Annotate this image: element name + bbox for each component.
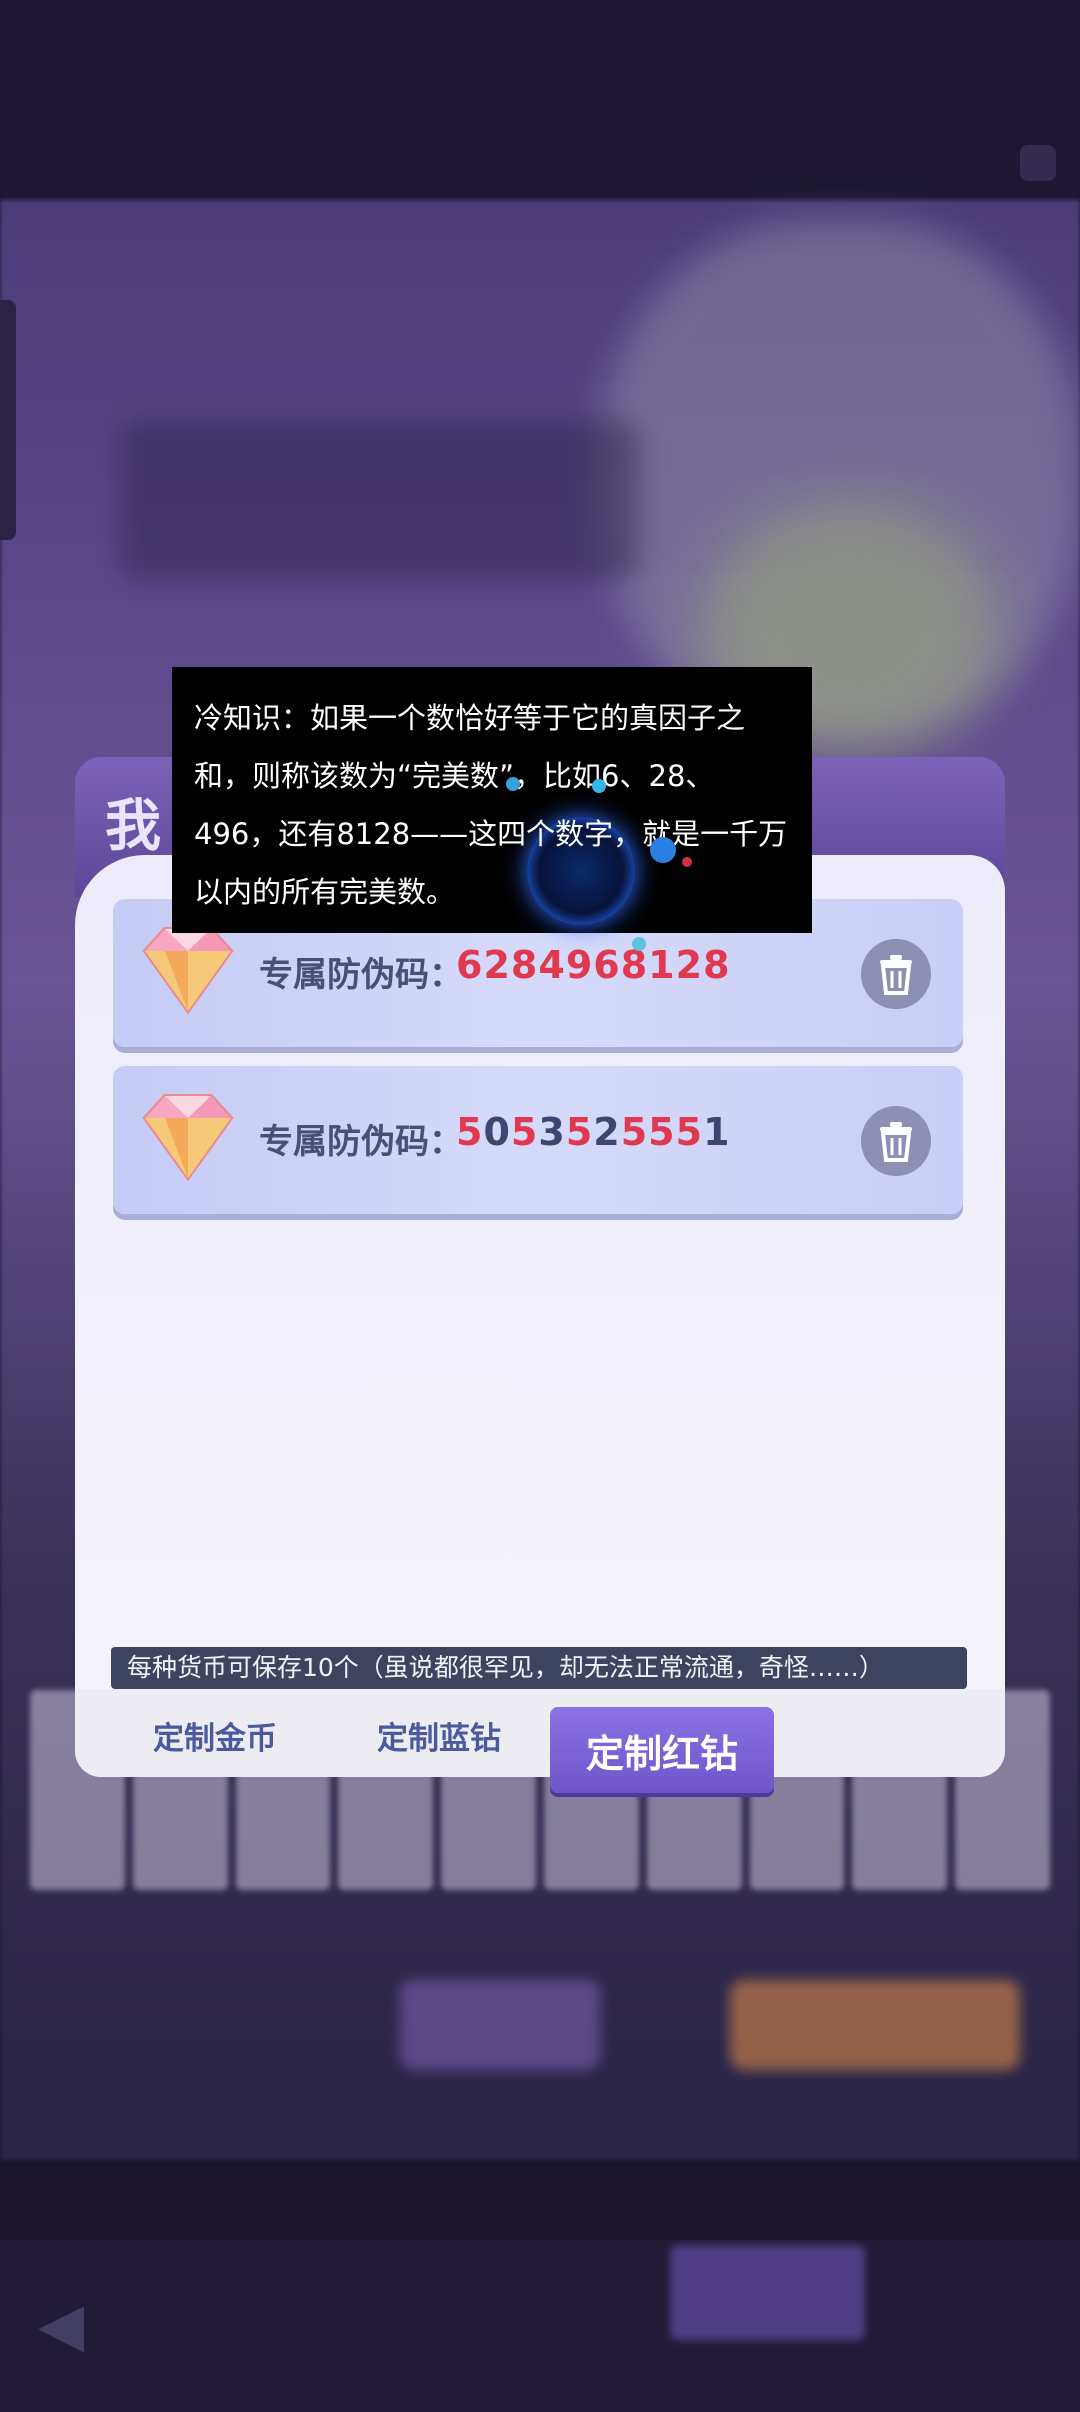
- trash-icon: [880, 1122, 912, 1162]
- bottom-nav-area: [0, 2240, 1080, 2412]
- delete-button[interactable]: [861, 939, 931, 1009]
- delete-button[interactable]: [861, 1106, 931, 1176]
- code-digit: 5: [675, 1110, 704, 1154]
- code-value: 5053525551: [456, 1110, 731, 1154]
- loading-particle: [632, 937, 646, 951]
- code-card: 专属防伪码： 5053525551: [113, 1066, 963, 1214]
- code-digit: 2: [593, 1110, 621, 1154]
- code-digit: 5: [648, 1110, 676, 1154]
- corner-icon: [1020, 145, 1056, 181]
- code-digit: 6: [456, 943, 484, 987]
- storage-notice: 每种货币可保存10个（虽说都很罕见，却无法正常流通，奇怪……）: [111, 1647, 967, 1689]
- tip-text: 冷知识：如果一个数恰好等于它的真因子之和，则称该数为“完美数”，比如6、28、4…: [194, 701, 788, 909]
- code-digit: 3: [538, 1110, 566, 1154]
- code-digit: 5: [456, 1110, 484, 1154]
- code-label: 专属防伪码：: [259, 1122, 463, 1162]
- back-arrow-icon: ◀: [38, 2290, 85, 2360]
- currency-tabbar: 定制金币 定制蓝钻: [75, 1689, 1005, 1777]
- code-digit: 2: [483, 943, 511, 987]
- loading-particle: [506, 777, 520, 791]
- trash-icon: [880, 955, 912, 995]
- code-digit: 6: [593, 943, 621, 987]
- gem-icon: [142, 927, 234, 1015]
- loading-tip: 冷知识：如果一个数恰好等于它的真因子之和，则称该数为“完美数”，比如6、28、4…: [172, 667, 812, 951]
- code-digit: 5: [510, 1110, 539, 1154]
- code-digit: 9: [565, 943, 594, 987]
- code-digit: 5: [620, 1110, 649, 1154]
- code-digit: 5: [565, 1110, 594, 1154]
- top-bar-area: [0, 0, 1080, 210]
- code-digit: 2: [675, 943, 704, 987]
- background-button: [730, 1980, 1020, 2070]
- code-value: 6284968128: [456, 943, 731, 987]
- loading-particle: [592, 779, 606, 793]
- bottom-nav-highlight: [670, 2245, 865, 2340]
- code-digit: 1: [648, 943, 676, 987]
- panel-title: 我: [105, 794, 165, 859]
- code-digit: 4: [538, 943, 566, 987]
- code-digit: 0: [483, 1110, 511, 1154]
- background-button: [400, 1980, 600, 2070]
- tab-blue-diamond[interactable]: 定制蓝钻: [377, 1713, 501, 1758]
- loading-particle: [682, 857, 692, 867]
- code-label: 专属防伪码：: [259, 955, 463, 995]
- code-digit: 8: [510, 943, 539, 987]
- tab-red-diamond[interactable]: 定制红钻: [550, 1707, 774, 1793]
- side-edge: [0, 300, 16, 540]
- tab-gold[interactable]: 定制金币: [153, 1713, 277, 1758]
- banner-silhouette: [120, 420, 640, 580]
- gem-icon: [142, 1094, 234, 1182]
- code-digit: 1: [703, 1110, 731, 1154]
- loading-particle: [650, 837, 676, 863]
- code-digit: 8: [703, 943, 731, 987]
